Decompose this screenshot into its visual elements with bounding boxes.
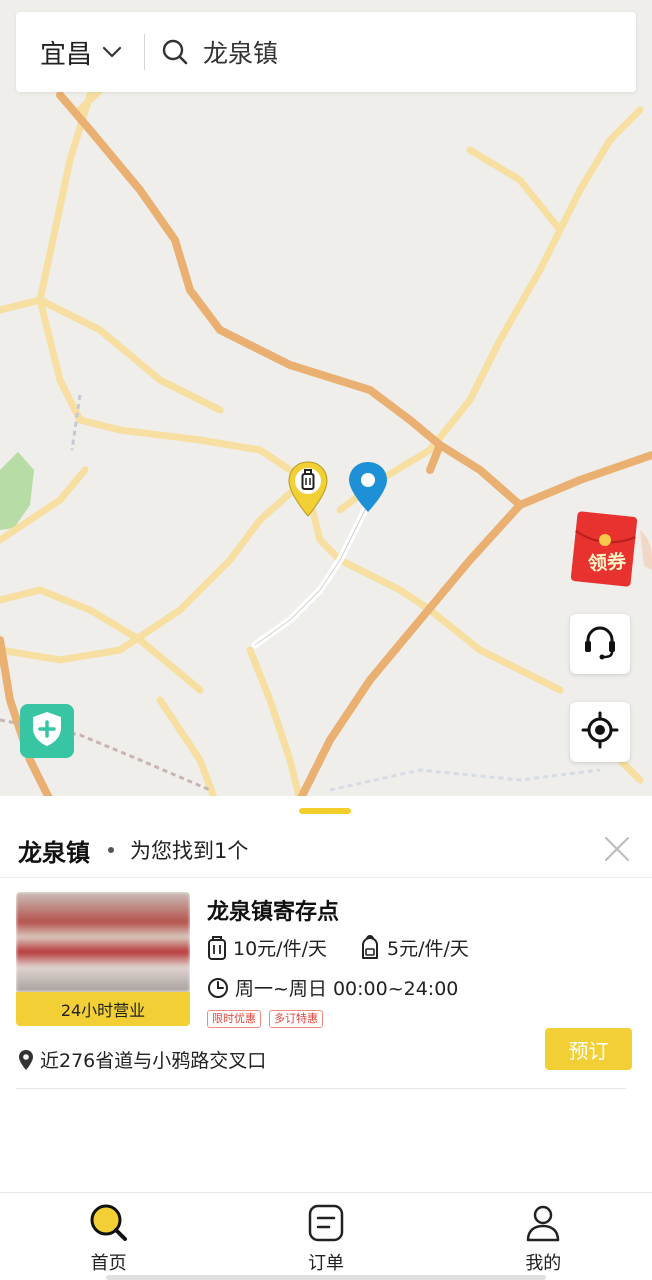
coupon-button[interactable]: 领券 (570, 510, 652, 590)
map-view[interactable]: 宜昌 龙泉镇 领券 (0, 0, 652, 800)
search-icon (161, 38, 189, 66)
customer-service-button[interactable] (570, 614, 630, 674)
header-divider (0, 877, 652, 878)
separator-dot (108, 847, 114, 853)
luggage-pin-icon[interactable] (287, 460, 329, 522)
map-pin-icon (18, 1049, 34, 1071)
shield-plus-icon (30, 710, 64, 752)
home-indicator (106, 1275, 546, 1280)
promo-tags: 限时优惠 多订特惠 (207, 1010, 331, 1028)
result-count: 为您找到1个 (130, 839, 249, 863)
store-address: 近276省道与小鸦路交叉口 (40, 1050, 267, 1072)
coupon-label: 领券 (587, 550, 627, 576)
tab-label: 首页 (90, 1253, 127, 1274)
city-name: 宜昌 (40, 39, 93, 70)
tab-orders[interactable]: 订单 (217, 1193, 434, 1280)
store-photo: 24小时营业 (16, 892, 190, 1026)
store-name: 龙泉镇寄存点 (207, 900, 340, 925)
locate-icon (580, 710, 620, 754)
result-panel: 龙泉镇 为您找到1个 24小时营业 龙泉镇寄存点 10元/件/天 5元/件/天 (0, 796, 652, 1192)
address-row: 近276省道与小鸦路交叉口 (18, 1046, 266, 1073)
hours-row: 周一~周日 00:00~24:00 (207, 974, 458, 1001)
clock-icon (207, 977, 229, 999)
headset-icon (580, 622, 620, 666)
store-photo-image (16, 892, 190, 992)
panel-title: 龙泉镇 (18, 838, 90, 867)
safety-button[interactable] (20, 704, 74, 758)
close-icon[interactable] (602, 834, 632, 864)
promo-tag: 限时优惠 (207, 1010, 261, 1028)
city-selector[interactable]: 宜昌 (16, 12, 144, 92)
tab-label: 订单 (307, 1253, 344, 1274)
suitcase-icon (207, 935, 227, 961)
drag-handle[interactable] (299, 808, 351, 814)
locate-button[interactable] (570, 702, 630, 762)
luggage-price: 10元/件/天 (233, 938, 327, 960)
backpack-icon (359, 934, 381, 961)
tab-label: 我的 (525, 1253, 562, 1274)
search-icon (88, 1203, 130, 1243)
map-roads (0, 56, 652, 800)
order-icon (307, 1203, 345, 1243)
search-divider (144, 34, 145, 70)
price-row: 10元/件/天 5元/件/天 (207, 934, 469, 961)
tab-home[interactable]: 首页 (0, 1193, 217, 1280)
open-hours-badge: 24小时营业 (16, 992, 190, 1026)
bottom-tab-bar: 首页 订单 我的 (0, 1192, 652, 1280)
search-bar: 宜昌 龙泉镇 (16, 12, 636, 92)
chevron-down-icon (102, 46, 122, 58)
business-hours: 周一~周日 00:00~24:00 (235, 978, 459, 1000)
panel-header: 龙泉镇 为您找到1个 (0, 826, 652, 874)
location-pin-icon (347, 460, 389, 518)
book-button[interactable]: 预订 (545, 1028, 632, 1070)
card-divider (16, 1088, 626, 1089)
search-input[interactable]: 龙泉镇 (203, 34, 278, 70)
bag-price: 5元/件/天 (386, 938, 469, 960)
promo-tag: 多订特惠 (269, 1010, 323, 1028)
tab-profile[interactable]: 我的 (435, 1193, 652, 1280)
user-icon (524, 1203, 562, 1243)
